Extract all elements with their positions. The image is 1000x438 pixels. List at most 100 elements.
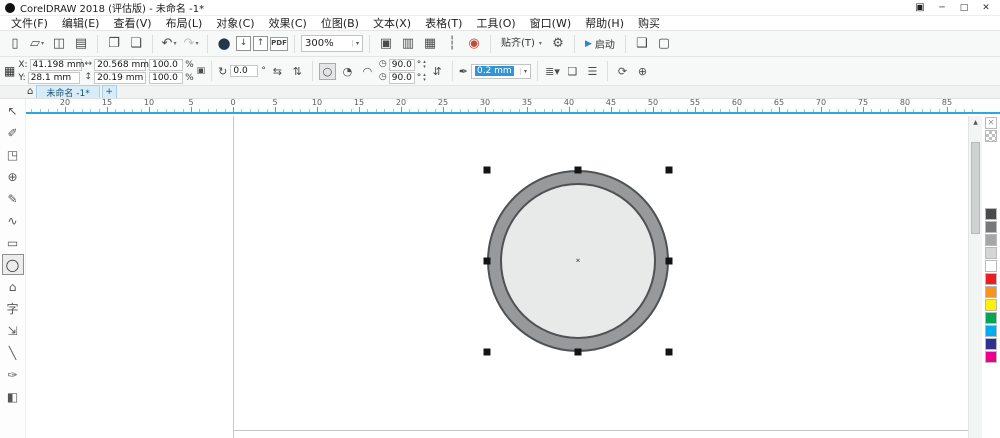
- minimize-button[interactable]: ─: [933, 1, 951, 14]
- bezier-tool[interactable]: ╲: [2, 342, 24, 363]
- app-icon-2[interactable]: ▢: [654, 34, 674, 54]
- menu-window[interactable]: 窗口(W): [523, 15, 578, 31]
- color-swatch[interactable]: [985, 325, 997, 337]
- welcome-screen-button[interactable]: ◉: [464, 34, 484, 54]
- paste-button[interactable]: ❏: [126, 34, 146, 54]
- no-color-swatch[interactable]: ✕: [985, 117, 997, 129]
- new-document-button[interactable]: ▯: [5, 34, 25, 54]
- dimension-tool[interactable]: ⇲: [2, 320, 24, 341]
- add-button[interactable]: ⊕: [634, 63, 651, 80]
- menu-table[interactable]: 表格(T): [418, 15, 469, 31]
- interactive-fill-tool[interactable]: ◧: [2, 386, 24, 407]
- scrollbar-thumb[interactable]: [971, 142, 980, 234]
- horizontal-ruler[interactable]: 2015105051015202530354045505560657075808…: [26, 99, 1000, 114]
- pick-tool[interactable]: ↖: [2, 100, 24, 121]
- pie-mode-button[interactable]: ◔: [339, 63, 356, 80]
- selection-handle[interactable]: [484, 258, 491, 265]
- menu-view[interactable]: 查看(V): [106, 15, 158, 31]
- publish-pdf-button[interactable]: PDF: [270, 37, 288, 51]
- eyedropper-tool[interactable]: ✑: [2, 364, 24, 385]
- ellipse-mode-button[interactable]: ○: [319, 63, 336, 80]
- import-button[interactable]: ↓: [236, 36, 251, 51]
- chevron-down-icon[interactable]: ▾: [352, 40, 359, 47]
- new-tab-button[interactable]: +: [102, 85, 117, 98]
- text-tool[interactable]: 字: [2, 298, 24, 319]
- color-swatch[interactable]: [985, 286, 997, 298]
- maximize-button[interactable]: □: [955, 1, 973, 14]
- change-direction-button[interactable]: ⇵: [429, 63, 446, 80]
- show-guidelines-button[interactable]: ┆: [442, 34, 462, 54]
- menu-layout[interactable]: 布局(L): [159, 15, 210, 31]
- mirror-vertical-button[interactable]: ⇅: [289, 63, 306, 80]
- rectangle-tool[interactable]: ▭: [2, 232, 24, 253]
- color-swatch[interactable]: [985, 221, 997, 233]
- selection-handle[interactable]: [666, 349, 673, 356]
- copy-button[interactable]: ❐: [104, 34, 124, 54]
- ellipse-tool[interactable]: ◯: [2, 254, 24, 275]
- scroll-up-icon[interactable]: ▲: [969, 116, 982, 129]
- color-swatch[interactable]: [985, 260, 997, 272]
- color-swatch[interactable]: [985, 247, 997, 259]
- object-grid-icon[interactable]: ▦: [4, 65, 15, 77]
- y-position-field[interactable]: 28.1 mm: [28, 72, 80, 84]
- start-angle-field[interactable]: 90.0: [389, 59, 415, 71]
- options-gear-button[interactable]: ⚙: [548, 34, 568, 54]
- print-button[interactable]: ▤: [71, 34, 91, 54]
- menu-bitmaps[interactable]: 位图(B): [314, 15, 366, 31]
- start-angle-spinner[interactable]: ▴ ▾: [423, 60, 426, 70]
- menu-buy[interactable]: 购买: [631, 15, 667, 31]
- spin-down-icon[interactable]: ▾: [423, 65, 426, 70]
- color-swatch[interactable]: [985, 234, 997, 246]
- show-grid-button[interactable]: ▦: [420, 34, 440, 54]
- vertical-scrollbar[interactable]: ▲: [968, 116, 982, 438]
- polygon-tool[interactable]: ⌂: [2, 276, 24, 297]
- object-height-field[interactable]: 20.19 mm: [94, 72, 146, 84]
- selection-handle[interactable]: [575, 167, 582, 174]
- selection-handle[interactable]: [484, 167, 491, 174]
- color-swatch[interactable]: [985, 273, 997, 285]
- undo-button[interactable]: ↶▾: [159, 34, 179, 54]
- color-swatch[interactable]: [985, 351, 997, 363]
- crop-tool[interactable]: ◳: [2, 144, 24, 165]
- spin-down-icon[interactable]: ▾: [423, 78, 426, 83]
- scale-x-field[interactable]: 100.0: [149, 59, 183, 71]
- menu-object[interactable]: 对象(C): [209, 15, 261, 31]
- launch-button[interactable]: ▶启动: [581, 36, 619, 51]
- selection-handle[interactable]: [575, 349, 582, 356]
- menu-edit[interactable]: 编辑(E): [55, 15, 107, 31]
- freehand-tool[interactable]: ✎: [2, 188, 24, 209]
- menu-tools[interactable]: 工具(O): [469, 15, 522, 31]
- selection-handle[interactable]: [666, 258, 673, 265]
- color-swatch[interactable]: [985, 299, 997, 311]
- chevron-down-icon[interactable]: ▾: [520, 68, 527, 75]
- selection-handle[interactable]: [666, 167, 673, 174]
- drawing-canvas[interactable]: ✕: [26, 116, 968, 438]
- color-swatch[interactable]: [985, 312, 997, 324]
- artistic-media-tool[interactable]: ∿: [2, 210, 24, 231]
- x-position-field[interactable]: 41.198 mm: [30, 59, 82, 71]
- redo-button[interactable]: ↷▾: [181, 34, 201, 54]
- wrap-text-button[interactable]: ≣ ▾: [544, 63, 561, 80]
- open-button[interactable]: ▱▾: [27, 34, 47, 54]
- misc-button-1[interactable]: ❑: [564, 63, 581, 80]
- misc-button-2[interactable]: ☰: [584, 63, 601, 80]
- user-account-icon[interactable]: ▣: [911, 1, 929, 14]
- rotation-angle-field[interactable]: 0.0: [230, 65, 258, 77]
- menu-help[interactable]: 帮助(H): [578, 15, 631, 31]
- zoom-tool[interactable]: ⊕: [2, 166, 24, 187]
- home-icon[interactable]: ⌂: [27, 86, 33, 98]
- color-swatch[interactable]: [985, 338, 997, 350]
- snap-to-dropdown[interactable]: 贴齐(T)▾: [497, 34, 546, 54]
- outline-width-combobox[interactable]: 0.2 mm ▾: [471, 64, 531, 79]
- end-angle-field[interactable]: 90.0: [389, 72, 415, 84]
- menu-effects[interactable]: 效果(C): [262, 15, 314, 31]
- menu-file[interactable]: 文件(F): [4, 15, 55, 31]
- scale-y-field[interactable]: 100.0: [149, 72, 183, 84]
- lock-ratio-icon[interactable]: ▣: [197, 67, 206, 76]
- end-angle-spinner[interactable]: ▴ ▾: [423, 73, 426, 83]
- shape-tool[interactable]: ✐: [2, 122, 24, 143]
- refresh-button[interactable]: ⟳: [614, 63, 631, 80]
- document-tab[interactable]: 未命名 -1*: [36, 85, 99, 98]
- search-ball-icon[interactable]: ●: [214, 34, 234, 54]
- zoom-level-combobox[interactable]: 300%▾: [301, 35, 363, 52]
